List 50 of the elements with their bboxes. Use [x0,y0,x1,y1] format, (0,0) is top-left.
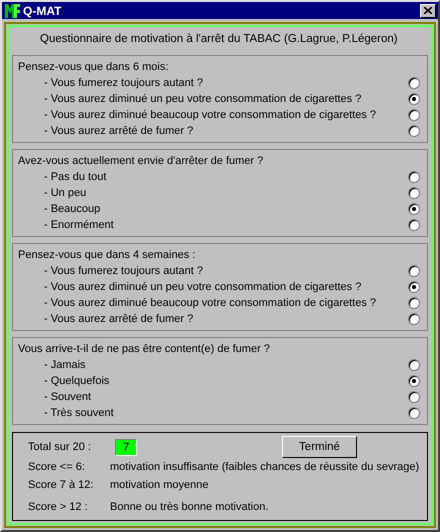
question-prompt: Pensez-vous que dans 6 mois: [18,60,170,75]
option-label: - Vous aurez diminué un peu votre consommation de cigarettes ? [44,281,362,293]
option-label: - Beaucoup [44,203,102,215]
score-meaning: motivation moyenne [110,479,208,491]
radio-button[interactable] [408,281,420,293]
option-label: - Vous fumerez toujours autant ? [44,265,204,277]
total-label: Total sur 20 : [28,441,92,453]
app-logo-icon [4,2,20,18]
radio-button[interactable] [408,187,420,199]
option-label: - Vous aurez diminué beaucoup votre consommation de cigarettes ? [44,297,378,309]
radio-button[interactable] [408,203,420,215]
option-label: - Quelquefois [44,375,110,387]
option-label: - Vous aurez arrêté de fumer ? [44,313,194,325]
score-range: Score <= 6: [28,461,86,473]
close-button[interactable] [420,4,436,18]
question-prompt: Avez-vous actuellement envie d'arrêter de fumer ? [18,154,264,169]
score-range: Score > 12 : [28,501,89,513]
option-label: - Souvent [44,391,92,403]
total-field: 7 [115,438,137,456]
radio-button[interactable] [408,171,420,183]
window-title: Q-MAT [23,4,62,18]
score-meaning: Bonne ou très bonne motivation. [110,501,268,513]
option-label: - Un peu [44,187,88,199]
radio-button[interactable] [408,109,420,121]
radio-button[interactable] [408,313,420,325]
option-label: - Vous aurez diminué beaucoup votre consommation de cigarettes ? [44,109,378,121]
radio-button[interactable] [408,359,420,371]
radio-button[interactable] [408,375,420,387]
radio-button[interactable] [408,265,420,277]
score-range: Score 7 à 12: [28,479,94,491]
radio-button[interactable] [408,77,420,89]
question-prompt: Pensez-vous que dans 4 semaines : [18,248,196,263]
score-meaning: motivation insuffisante (faibles chances de réussite du sevrage) [110,461,420,473]
option-label: - Vous aurez diminué un peu votre consommation de cigarettes ? [44,93,362,105]
radio-button[interactable] [408,93,420,105]
radio-button[interactable] [408,297,420,309]
option-label: - Jamais [44,359,87,371]
option-label: - Pas du tout [44,171,108,183]
radio-button[interactable] [408,407,420,419]
option-label: - Vous fumerez toujours autant ? [44,77,204,89]
radio-button[interactable] [408,125,420,137]
radio-button[interactable] [408,219,420,231]
radio-button[interactable] [408,391,420,403]
done-button[interactable]: Terminé [282,436,357,458]
questionnaire-title: Questionnaire de motivation à l'arrêt du TABAC (G.Lagrue, P.Légeron) [39,32,399,47]
option-label: - Vous aurez arrêté de fumer ? [44,125,194,137]
option-label: - Enormément [44,219,115,231]
option-label: - Très souvent [44,407,115,419]
close-icon [424,7,432,14]
question-prompt: Vous arrive-t-il de ne pas être content(e) de fumer ? [18,342,271,357]
